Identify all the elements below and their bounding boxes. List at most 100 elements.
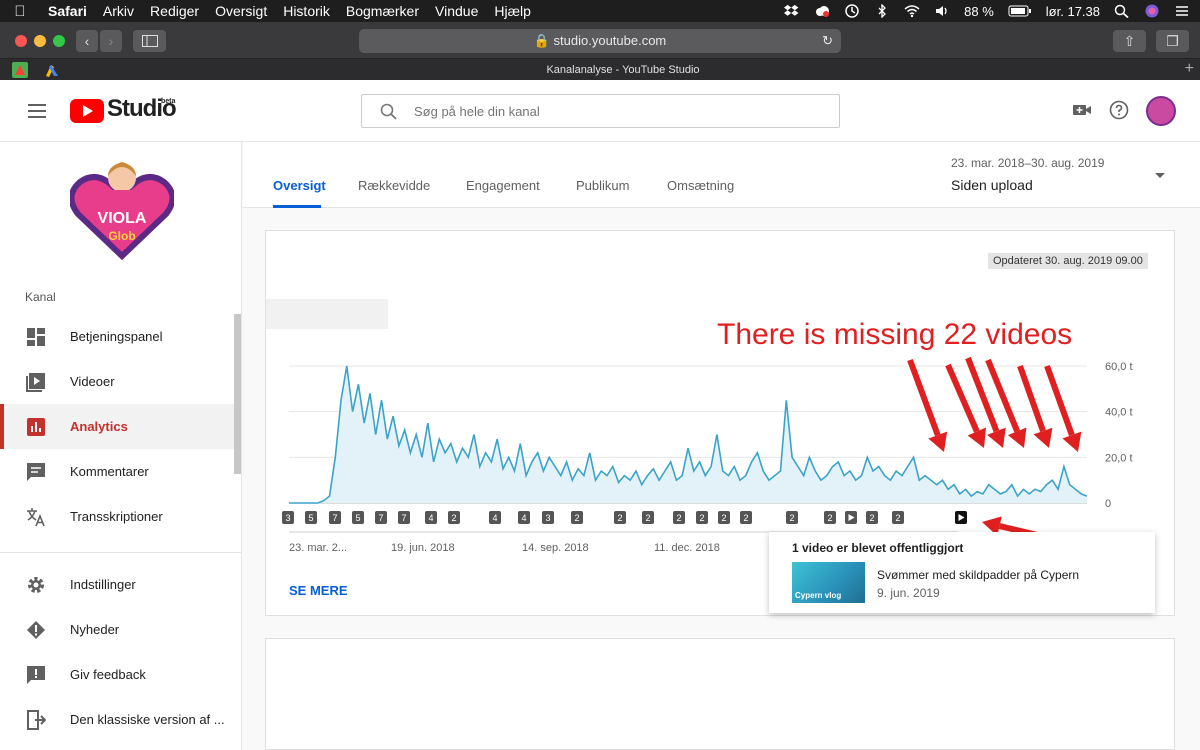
date-range-label[interactable]: Siden upload <box>951 177 1033 193</box>
event-marker[interactable]: 2 <box>614 511 626 524</box>
event-marker[interactable]: 3 <box>282 511 294 524</box>
sidebar-scrollbar[interactable] <box>234 314 241 474</box>
sidebar-item-analytics[interactable]: Analytics <box>0 404 234 449</box>
date-range-text[interactable]: 23. mar. 2018–30. aug. 2019 <box>951 156 1104 170</box>
reload-icon[interactable]: ↻ <box>822 29 833 53</box>
back-button[interactable]: ‹ <box>76 30 98 52</box>
comment-icon <box>27 463 45 481</box>
event-marker[interactable]: 5 <box>352 511 364 524</box>
wifi-icon[interactable] <box>904 4 920 18</box>
menu-hjaelp[interactable]: Hjælp <box>486 3 539 19</box>
svg-text:2: 2 <box>617 513 622 523</box>
video-date: 9. jun. 2019 <box>877 586 940 600</box>
menu-oversigt[interactable]: Oversigt <box>207 3 275 19</box>
feedback-icon <box>27 666 45 684</box>
menu-bogmaerker[interactable]: Bogmærker <box>338 3 427 19</box>
video-thumbnail[interactable]: Cypern vlog <box>792 562 865 603</box>
svg-text:3: 3 <box>285 513 290 523</box>
siri-icon[interactable] <box>1144 4 1160 18</box>
tab-engagement[interactable]: Engagement <box>466 178 540 193</box>
new-tab-button[interactable]: + <box>1185 60 1194 78</box>
battery-percent[interactable]: 88 % <box>964 4 994 19</box>
event-marker[interactable]: 7 <box>375 511 387 524</box>
menu-arkiv[interactable]: Arkiv <box>95 3 142 19</box>
zoom-window-button[interactable] <box>53 35 65 47</box>
time-machine-icon[interactable] <box>844 4 860 18</box>
event-marker[interactable]: 4 <box>425 511 437 524</box>
event-marker[interactable]: 2 <box>448 511 460 524</box>
event-marker[interactable]: 2 <box>824 511 836 524</box>
menubar-clock[interactable]: lør. 17.38 <box>1046 4 1100 19</box>
notification-center-icon[interactable] <box>1174 4 1190 18</box>
tab-overview[interactable]: Oversigt <box>273 178 326 193</box>
tab-revenue[interactable]: Omsætning <box>667 178 734 193</box>
menu-historik[interactable]: Historik <box>275 3 338 19</box>
see-more-link[interactable]: SE MERE <box>289 583 348 598</box>
event-marker[interactable]: 2 <box>571 511 583 524</box>
url-text: studio.youtube.com <box>553 33 667 48</box>
event-marker[interactable]: 2 <box>866 511 878 524</box>
event-marker[interactable]: 4 <box>489 511 501 524</box>
play-marker-icon[interactable] <box>845 511 857 524</box>
channel-logo[interactable]: VIOLA Glob <box>70 156 174 260</box>
tabs-overview-button[interactable]: ❐ <box>1156 30 1189 52</box>
chevron-down-icon[interactable] <box>1155 173 1165 178</box>
sidebar-toggle-button[interactable] <box>133 30 166 52</box>
maps-favicon[interactable] <box>12 62 28 78</box>
menu-rediger[interactable]: Rediger <box>142 3 207 19</box>
event-marker[interactable]: 7 <box>398 511 410 524</box>
event-marker[interactable]: 2 <box>786 511 798 524</box>
volume-icon[interactable] <box>934 4 950 18</box>
event-marker[interactable]: 2 <box>892 511 904 524</box>
tab-bar: Kanalanalyse - YouTube Studio + <box>0 58 1200 80</box>
event-marker[interactable]: 2 <box>696 511 708 524</box>
sidebar-item-transcriptions[interactable]: Transskriptioner <box>0 494 234 539</box>
sidebar-item-videos[interactable]: Videoer <box>0 359 234 404</box>
close-window-button[interactable] <box>15 35 27 47</box>
help-icon[interactable] <box>1109 100 1129 120</box>
search-box[interactable] <box>361 94 840 128</box>
tab-reach[interactable]: Rækkevidde <box>358 178 430 193</box>
sidebar-item-settings[interactable]: Indstillinger <box>0 562 234 607</box>
bluetooth-icon[interactable] <box>874 4 890 18</box>
play-marker-icon[interactable] <box>955 511 967 524</box>
menu-vindue[interactable]: Vindue <box>427 3 486 19</box>
tab-audience[interactable]: Publikum <box>576 178 629 193</box>
svg-text:2: 2 <box>869 513 874 523</box>
sidebar-item-dashboard[interactable]: Betjeningspanel <box>0 314 234 359</box>
create-video-icon[interactable] <box>1072 100 1092 120</box>
sidebar-item-feedback[interactable]: Giv feedback <box>0 652 234 697</box>
search-icon[interactable] <box>380 103 398 121</box>
thumbnail-caption: Cypern vlog <box>795 591 842 600</box>
event-marker[interactable]: 2 <box>642 511 654 524</box>
menu-safari[interactable]: Safari <box>40 3 95 19</box>
sidebar-item-label: Videoer <box>70 374 115 389</box>
apple-icon[interactable]:  <box>0 3 40 20</box>
youtube-logo-icon[interactable] <box>70 99 104 123</box>
ads-favicon[interactable] <box>44 62 60 78</box>
event-marker[interactable]: 5 <box>305 511 317 524</box>
video-title[interactable]: Svømmer med skildpadder på Cypern <box>877 568 1079 582</box>
event-marker[interactable]: 2 <box>718 511 730 524</box>
cloud-icon[interactable] <box>814 4 830 18</box>
event-marker[interactable]: 2 <box>673 511 685 524</box>
sidebar-item-comments[interactable]: Kommentarer <box>0 449 234 494</box>
event-marker[interactable]: 3 <box>542 511 554 524</box>
account-avatar[interactable] <box>1146 96 1176 126</box>
event-marker[interactable]: 4 <box>518 511 530 524</box>
share-button[interactable]: ⇧ <box>1113 30 1146 52</box>
sidebar-item-classic[interactable]: Den klassiske version af ... <box>0 697 234 742</box>
event-marker[interactable]: 2 <box>740 511 752 524</box>
address-bar[interactable]: 🔒 studio.youtube.com ↻ <box>359 29 841 53</box>
dropbox-icon[interactable] <box>784 4 800 18</box>
sidebar-item-label: Den klassiske version af ... <box>70 712 225 727</box>
sidebar-item-news[interactable]: Nyheder <box>0 607 234 652</box>
menu-icon[interactable] <box>28 104 46 122</box>
search-input[interactable] <box>414 101 814 121</box>
minimize-window-button[interactable] <box>34 35 46 47</box>
forward-button[interactable]: › <box>100 30 122 52</box>
event-marker[interactable]: 7 <box>329 511 341 524</box>
tab-title[interactable]: Kanalanalyse - YouTube Studio <box>70 59 1176 81</box>
battery-icon[interactable] <box>1008 4 1032 18</box>
spotlight-search-icon[interactable] <box>1114 4 1130 18</box>
